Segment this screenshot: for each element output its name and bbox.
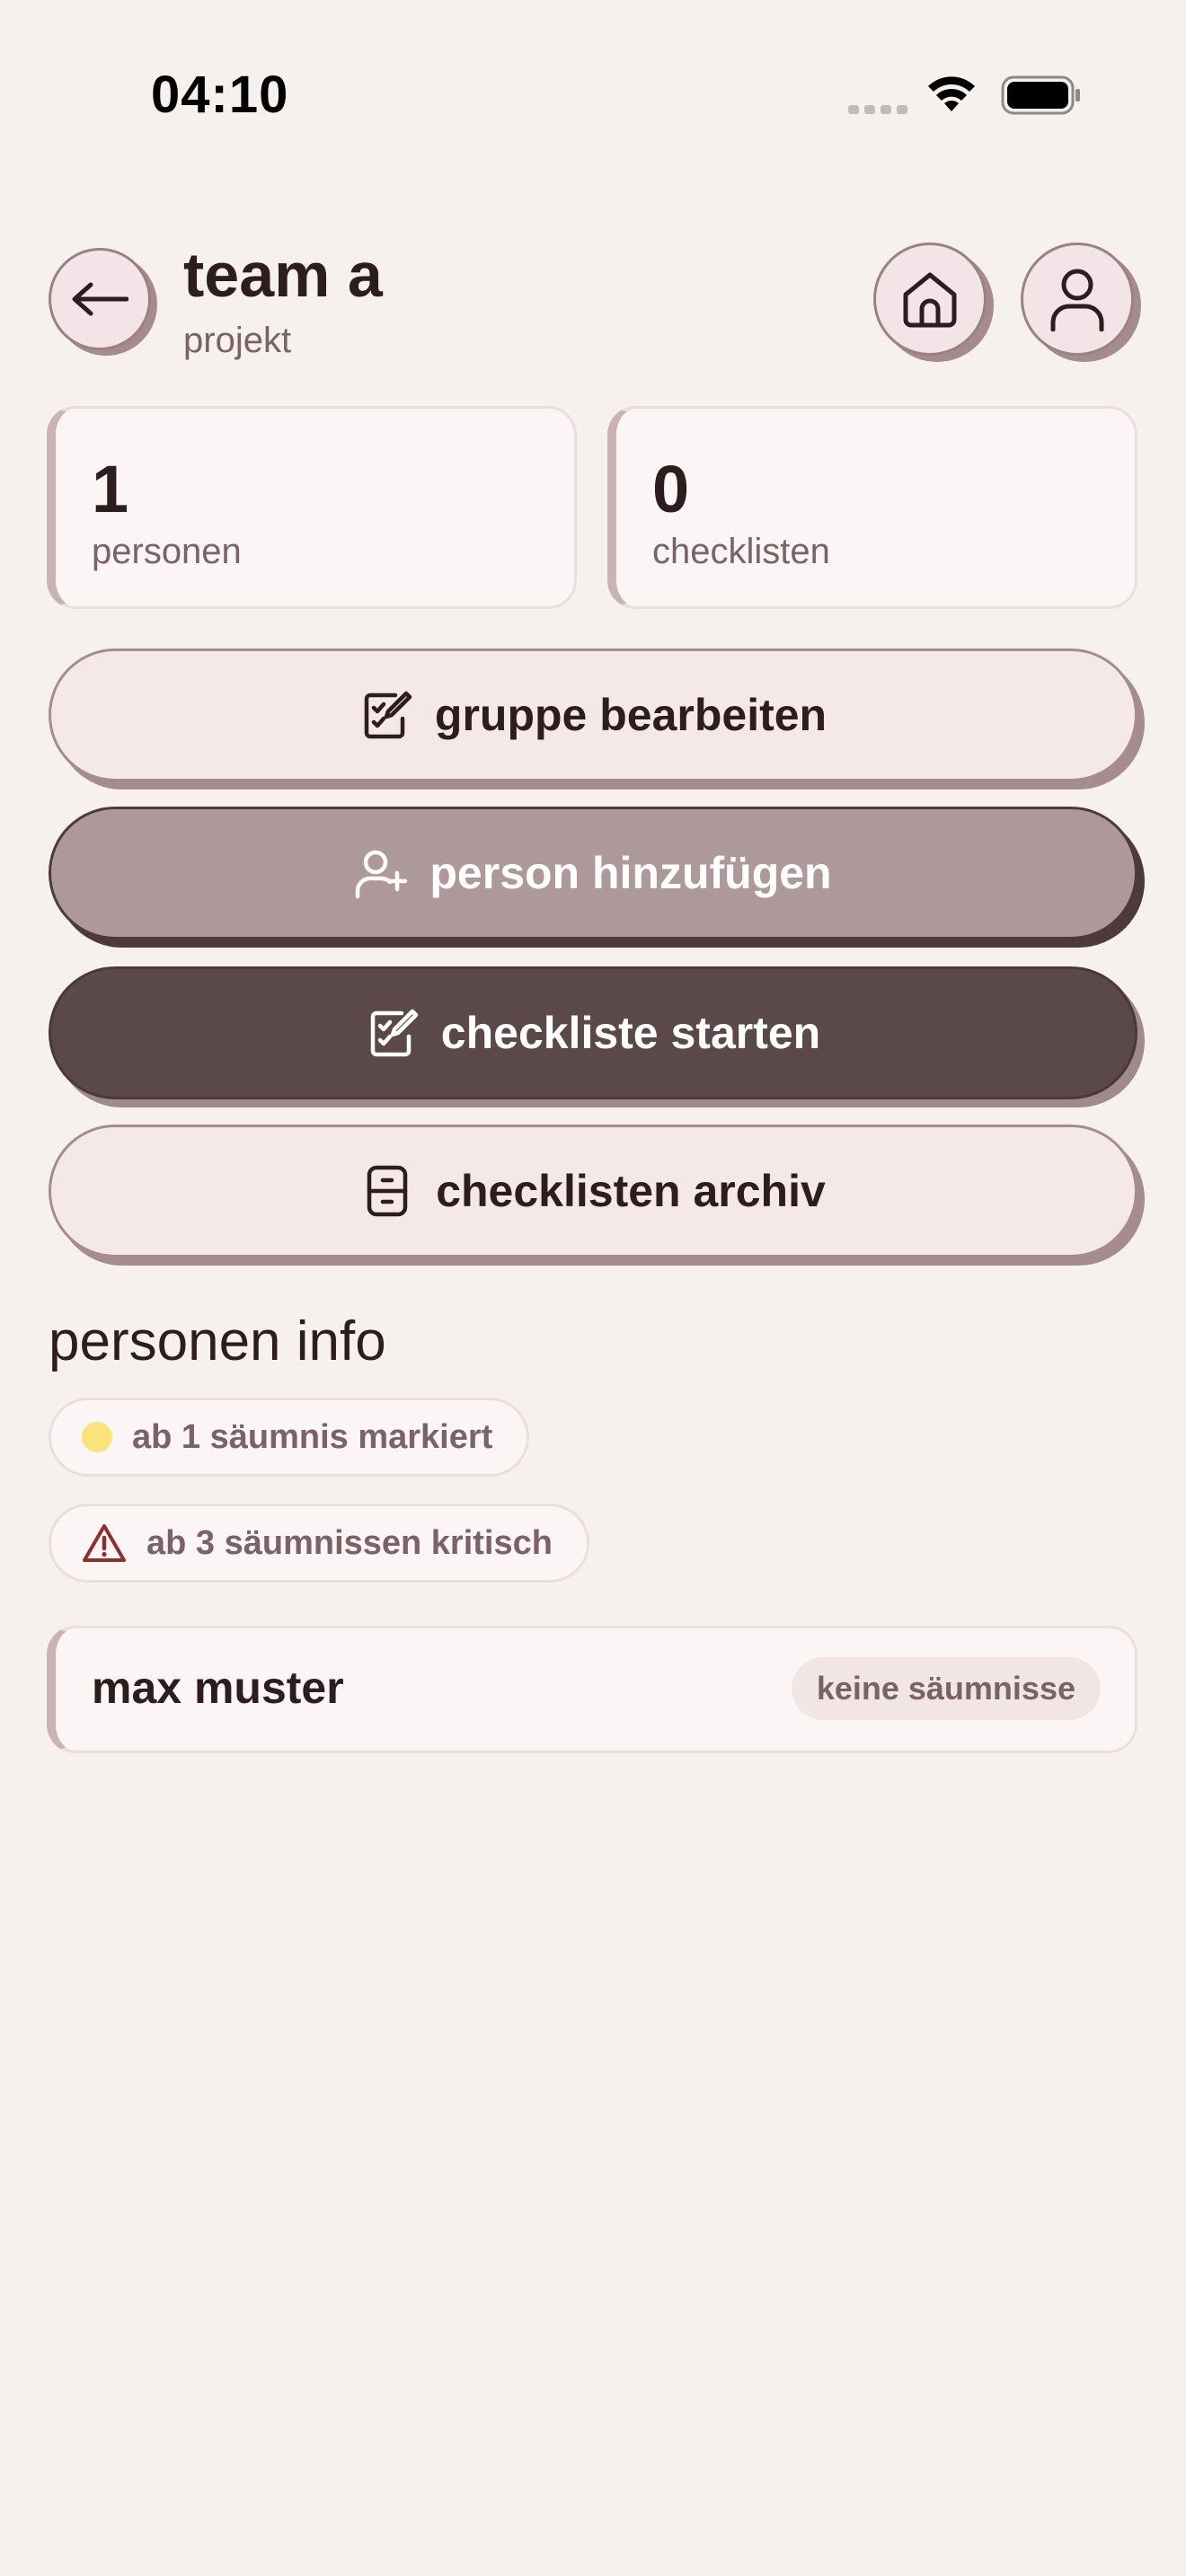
- warning-triangle-icon: [82, 1522, 127, 1564]
- page-title: team a: [183, 240, 383, 310]
- checklist-archive-label: checklisten archiv: [436, 1166, 826, 1216]
- status-bar: 04:10: [0, 0, 1186, 180]
- user-icon: [1050, 269, 1104, 331]
- start-checklist-label: checkliste starten: [440, 1008, 821, 1058]
- edit-group-button[interactable]: gruppe bearbeiten: [49, 648, 1137, 781]
- back-button[interactable]: [49, 248, 151, 350]
- person-name: max muster: [92, 1663, 344, 1713]
- stat-value: 0: [652, 452, 690, 526]
- page-subtitle: projekt: [183, 321, 292, 360]
- battery-icon: [1001, 75, 1080, 115]
- legend-chip-marked: ab 1 säumnis markiert: [49, 1398, 530, 1477]
- section-title-personen-info: personen info: [49, 1310, 386, 1372]
- edit-checklist-icon: [359, 688, 413, 742]
- archive-cabinet-icon: [360, 1164, 414, 1218]
- person-row[interactable]: max muster keine säumnisse: [47, 1626, 1137, 1753]
- stat-card-personen: 1 personen: [47, 406, 577, 609]
- stat-label: checklisten: [652, 532, 830, 571]
- edit-group-label: gruppe bearbeiten: [434, 690, 828, 740]
- edit-checklist-icon: [366, 1006, 420, 1060]
- stat-label: personen: [92, 532, 242, 571]
- legend-chip-critical: ab 3 säumnissen kritisch: [49, 1504, 589, 1583]
- start-checklist-button[interactable]: checkliste starten: [49, 966, 1137, 1099]
- yellow-dot-icon: [82, 1422, 112, 1452]
- user-plus-icon: [354, 846, 408, 900]
- checklist-archive-button[interactable]: checklisten archiv: [49, 1125, 1137, 1257]
- cellular-signal-icon: [848, 105, 907, 114]
- stat-value: 1: [92, 452, 129, 526]
- arrow-left-icon: [72, 282, 128, 316]
- profile-button[interactable]: [1021, 243, 1134, 356]
- status-badge: keine säumnisse: [791, 1657, 1101, 1720]
- wifi-icon: [928, 76, 975, 111]
- status-time: 04:10: [151, 66, 289, 124]
- home-button[interactable]: [873, 243, 987, 356]
- legend-chip-text: ab 1 säumnis markiert: [132, 1417, 493, 1456]
- home-icon: [903, 272, 957, 328]
- stat-card-checklisten: 0 checklisten: [607, 406, 1137, 609]
- add-person-button[interactable]: person hinzufügen: [49, 807, 1137, 940]
- legend-chip-text: ab 3 säumnissen kritisch: [146, 1523, 553, 1562]
- add-person-label: person hinzufügen: [429, 848, 832, 898]
